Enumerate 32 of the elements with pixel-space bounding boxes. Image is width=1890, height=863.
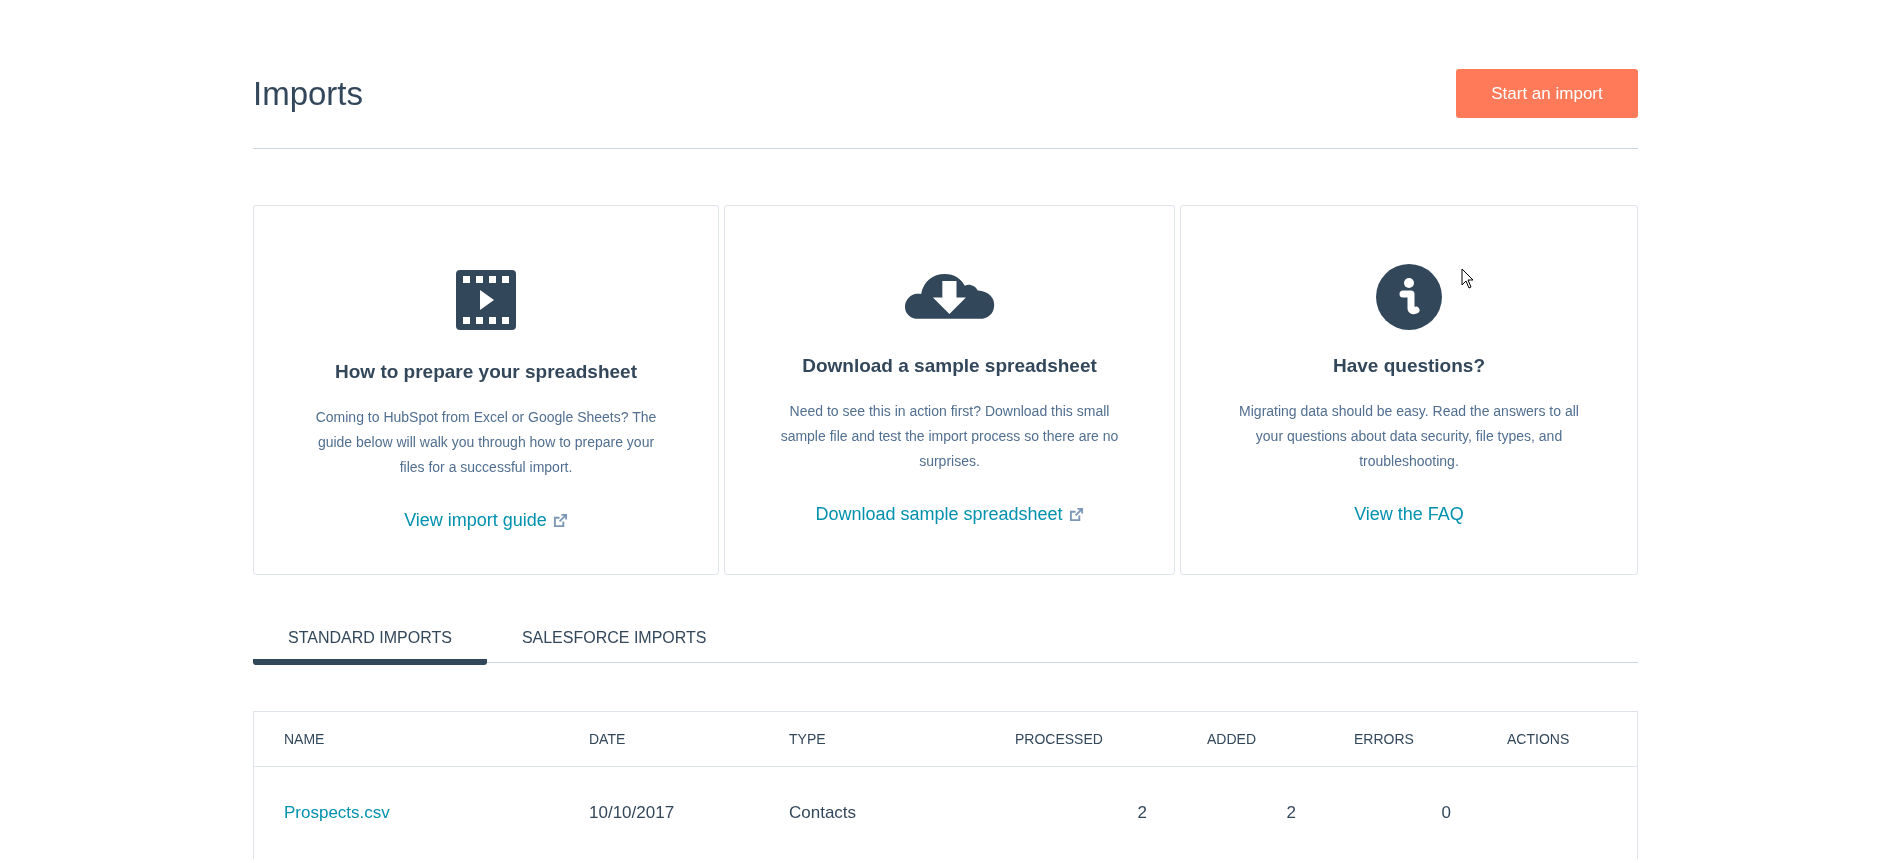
card-link[interactable]: Download sample spreadsheet bbox=[815, 504, 1084, 525]
external-link-icon bbox=[1068, 507, 1084, 522]
card-description: Coming to HubSpot from Excel or Google Sheets? The guide below will walk you through how to prepare your files for a successful import. bbox=[314, 408, 658, 477]
page-title: Imports bbox=[253, 74, 364, 113]
table-cell-text: 2 bbox=[1136, 803, 1148, 823]
card-link[interactable]: View the FAQ bbox=[1354, 504, 1464, 525]
cloud-download-icon bbox=[903, 274, 996, 320]
column-header: ERRORS bbox=[1354, 731, 1415, 747]
table-cell-text: Contacts bbox=[789, 803, 858, 823]
card-description: Need to see this in action first? Download this small sample file and test the import process so there are no surprises. bbox=[779, 402, 1120, 471]
tab[interactable]: STANDARD IMPORTS bbox=[253, 621, 487, 665]
card-link[interactable]: View import guide bbox=[404, 510, 568, 531]
file-link[interactable]: Prospects.csv bbox=[284, 803, 589, 823]
film-play-icon bbox=[456, 267, 516, 333]
column-header: ADDED bbox=[1207, 731, 1257, 747]
column-header: TYPE bbox=[789, 731, 827, 747]
card-title: How to prepare your spreadsheet bbox=[335, 361, 637, 383]
card-title: Download a sample spreadsheet bbox=[802, 355, 1097, 377]
tab[interactable]: SALESFORCE IMPORTS bbox=[486, 621, 742, 665]
card-title: Have questions? bbox=[1332, 355, 1485, 377]
info-icon bbox=[1376, 264, 1442, 330]
column-header: NAME bbox=[284, 731, 326, 747]
column-header: PROCESSED bbox=[1015, 731, 1104, 747]
column-header: DATE bbox=[589, 731, 627, 747]
external-link-icon bbox=[552, 513, 568, 528]
column-header: ACTIONS bbox=[1507, 731, 1571, 747]
table-cell-text: 2 bbox=[1285, 803, 1297, 823]
table-cell-text: 10/10/2017 bbox=[589, 803, 676, 823]
card-description: Migrating data should be easy. Read the answers to all your questions about data security, file types, and troubleshooting. bbox=[1238, 402, 1580, 471]
table-cell-text: 0 bbox=[1440, 803, 1452, 823]
start-import-button[interactable]: Start an import bbox=[1456, 69, 1638, 118]
mouse-cursor-icon bbox=[1461, 268, 1475, 290]
